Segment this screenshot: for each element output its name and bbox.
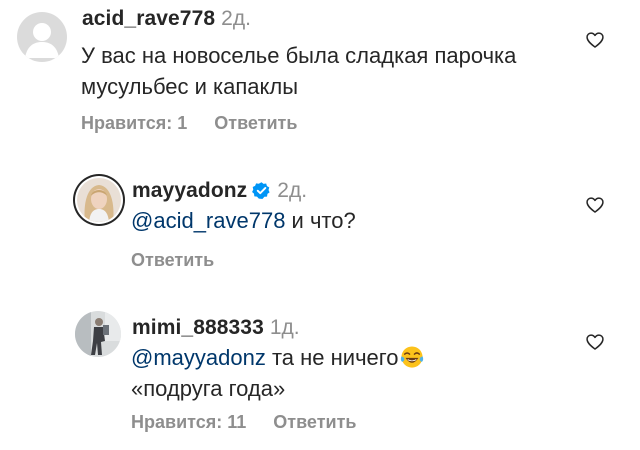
verified-badge-icon bbox=[252, 182, 270, 199]
face-with-tears-of-joy-icon bbox=[400, 346, 423, 368]
timestamp: 2д. bbox=[277, 179, 308, 202]
likes-count[interactable]: Нравится: 1 bbox=[81, 113, 187, 133]
comment-text-line: У вас на новоселье была сладкая парочка bbox=[81, 43, 517, 68]
reply-button[interactable]: Ответить bbox=[131, 250, 214, 270]
comment-header: acid_rave778 2д. bbox=[82, 6, 251, 32]
reply-button[interactable]: Ответить bbox=[273, 412, 356, 432]
comment-actions: Нравится: 11 Ответить bbox=[131, 412, 356, 433]
username[interactable]: mimi_888333 bbox=[132, 316, 264, 339]
heart-outline-icon[interactable] bbox=[585, 30, 605, 50]
username[interactable]: mayyadonz bbox=[132, 179, 247, 202]
timestamp: 2д. bbox=[221, 7, 251, 30]
comment-text-line: мусульбес и капаклы bbox=[81, 74, 299, 99]
comment-text-line: «подруга года» bbox=[131, 376, 286, 401]
comment-text: @mayyadonz та не ничего «подруга года» bbox=[131, 342, 425, 404]
comment-text-line: @mayyadonz та не ничего bbox=[131, 342, 425, 373]
comment-item: acid_rave778 2д. У вас на новоселье была … bbox=[0, 0, 640, 150]
comment-header: mimi_888333 1д. bbox=[132, 315, 300, 341]
photo-avatar[interactable] bbox=[75, 311, 121, 357]
heart-outline-icon[interactable] bbox=[585, 332, 605, 352]
timestamp: 1д. bbox=[269, 316, 300, 339]
comment-actions: Нравится: 1 Ответить bbox=[81, 113, 297, 134]
comment-header: mayyadonz 2д. bbox=[132, 178, 307, 204]
mention-link[interactable]: @acid_rave778 bbox=[131, 208, 285, 233]
comment-actions: Ответить bbox=[131, 250, 214, 271]
heart-outline-icon[interactable] bbox=[585, 195, 605, 215]
reply-button[interactable]: Ответить bbox=[214, 113, 297, 133]
comment-text-body: та не ничего bbox=[265, 345, 399, 370]
default-avatar-icon[interactable] bbox=[17, 12, 67, 62]
comment-text-body: и что? bbox=[285, 208, 356, 233]
comment-item: mimi_888333 1д. @mayyadonz та не ничего «… bbox=[0, 305, 640, 450]
comment-item: mayyadonz 2д. @acid_rave778 и что? Ответ… bbox=[0, 165, 640, 285]
comment-text: @acid_rave778 и что? bbox=[131, 205, 356, 236]
username[interactable]: acid_rave778 bbox=[82, 7, 215, 30]
mention-link[interactable]: @mayyadonz bbox=[131, 345, 266, 370]
likes-count[interactable]: Нравится: 11 bbox=[131, 412, 246, 432]
story-ring-photo-avatar[interactable] bbox=[73, 174, 125, 226]
comment-text: У вас на новоселье была сладкая парочка … bbox=[81, 40, 516, 102]
